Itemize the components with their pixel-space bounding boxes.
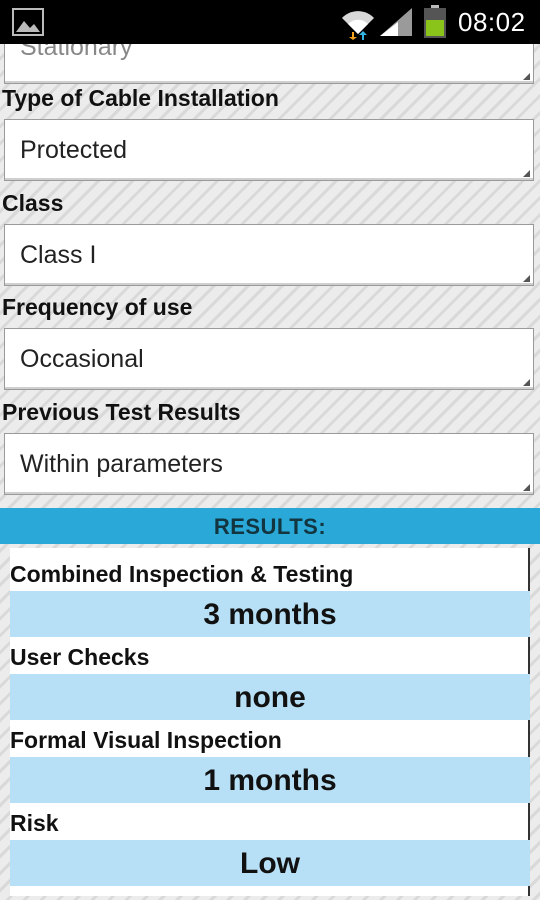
combined-inspection-label: Combined Inspection & Testing (10, 561, 354, 587)
result-value-text: 3 months (203, 598, 337, 631)
frequency-select[interactable]: Occasional (4, 328, 534, 390)
dropdown-corner-icon (523, 170, 530, 177)
combined-inspection-value: 3 months (10, 591, 530, 637)
previous-results-label: Previous Test Results (2, 399, 241, 425)
results-header: RESULTS: (0, 508, 540, 544)
dropdown-corner-icon (523, 484, 530, 491)
class-select[interactable]: Class I (4, 224, 534, 286)
risk-value: Low (10, 840, 530, 886)
class-label: Class (2, 190, 64, 216)
signal-icon (380, 8, 412, 36)
select-value: Occasional (20, 345, 144, 373)
wifi-icon (342, 11, 374, 40)
status-bar: 08:02 (0, 0, 540, 44)
dropdown-corner-icon (523, 379, 530, 386)
clock-time: 08:02 (458, 7, 526, 37)
battery-icon (424, 5, 446, 38)
form-content[interactable]: Stationary Type of Cable Installation Pr… (0, 44, 540, 900)
previous-results-select[interactable]: Within parameters (4, 433, 534, 495)
cable-installation-label: Type of Cable Installation (2, 85, 279, 111)
select-value: Protected (20, 136, 128, 164)
user-checks-label: User Checks (10, 644, 150, 670)
results-header-label: RESULTS: (213, 514, 327, 539)
frequency-label: Frequency of use (2, 294, 193, 320)
result-value-text: none (234, 681, 306, 714)
select-value: Class I (20, 241, 97, 269)
image-thumbnail-icon (12, 8, 44, 36)
select-value: Stationary (20, 44, 133, 61)
risk-label: Risk (10, 810, 59, 836)
user-checks-value: none (10, 674, 530, 720)
result-value-text: Low (240, 847, 300, 880)
select-value: Within parameters (20, 450, 223, 478)
dropdown-corner-icon (523, 73, 530, 80)
result-value-text: 1 months (203, 764, 337, 797)
mounting-select[interactable]: Stationary (4, 44, 534, 84)
formal-visual-value: 1 months (10, 757, 530, 803)
dropdown-corner-icon (523, 275, 530, 282)
formal-visual-label: Formal Visual Inspection (10, 727, 282, 753)
results-panel: Combined Inspection & Testing 3 months U… (10, 548, 530, 896)
cable-installation-select[interactable]: Protected (4, 119, 534, 181)
